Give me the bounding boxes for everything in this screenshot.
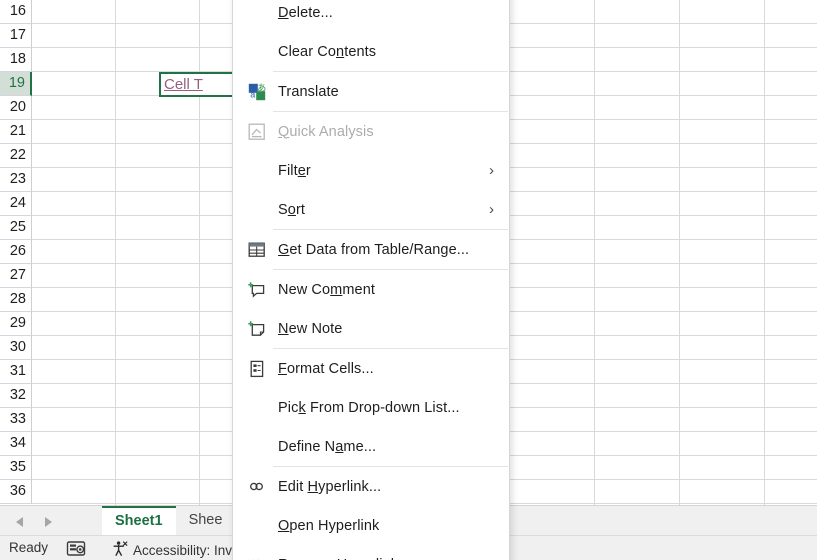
hyperlink-icon <box>244 476 270 498</box>
column-gridline <box>679 0 680 505</box>
menu-item-label: Translate <box>278 83 339 100</box>
column-gridline <box>764 0 765 505</box>
column-gridline <box>594 0 595 505</box>
row-header[interactable]: 16 <box>0 0 32 24</box>
record-macro-icon[interactable] <box>66 540 86 557</box>
menu-item-icon-placeholder <box>244 199 270 221</box>
svg-text:あ: あ <box>257 83 266 93</box>
row-header[interactable]: 34 <box>0 432 32 456</box>
accessibility-status[interactable]: Accessibility: Inve <box>111 540 240 560</box>
row-header[interactable]: 19 <box>0 72 32 96</box>
previous-sheet-icon[interactable] <box>16 517 23 527</box>
menu-item-icon-placeholder <box>244 397 270 419</box>
row-header[interactable]: 21 <box>0 120 32 144</box>
menu-item-label: New Note <box>278 320 343 337</box>
menu-item-icon-placeholder <box>244 160 270 182</box>
menu-item-clear-contents[interactable]: Clear Contents <box>233 32 509 71</box>
row-header[interactable]: 31 <box>0 360 32 384</box>
menu-item-format-cells[interactable]: Format Cells... <box>233 349 509 388</box>
row-header[interactable]: 32 <box>0 384 32 408</box>
excel-window: 16 17 18 19 20 21 22 23 24 25 26 27 28 29 30 31 32 33 34 35… <box>0 0 817 560</box>
row-header[interactable]: 27 <box>0 264 32 288</box>
chevron-right-icon: › <box>489 162 494 179</box>
row-header[interactable]: 18 <box>0 48 32 72</box>
translate-icon: aあ <box>244 81 270 103</box>
next-sheet-icon[interactable] <box>45 517 52 527</box>
menu-item-define-name[interactable]: Define Name... <box>233 427 509 466</box>
row-header[interactable]: 24 <box>0 192 32 216</box>
chevron-right-icon: › <box>489 201 494 218</box>
menu-item-label: Remove Hyperlink <box>278 557 509 560</box>
menu-item-label: Edit Hyperlink... <box>278 478 382 495</box>
menu-item-label: Delete... <box>278 4 333 21</box>
row-header[interactable]: 25 <box>0 216 32 240</box>
menu-item-label: Format Cells... <box>278 360 374 377</box>
cell-hyperlink-text[interactable]: Cell T <box>161 74 203 95</box>
accessibility-person-icon <box>111 540 128 560</box>
svg-text:a: a <box>250 89 255 99</box>
sheet-tabs[interactable]: Sheet1 Shee <box>102 506 236 536</box>
remove-hyperlink-icon <box>244 554 270 560</box>
sheet-nav-arrows[interactable] <box>16 511 96 533</box>
menu-item-icon-placeholder <box>244 436 270 458</box>
menu-item-quick-analysis: Quick Analysis <box>233 112 509 151</box>
menu-item-new-comment[interactable]: New Comment <box>233 270 509 309</box>
new-comment-icon <box>244 279 270 301</box>
row-header-column[interactable]: 16 17 18 19 20 21 22 23 24 25 26 27 28 29 30 31 32 33 34 35… <box>0 0 32 505</box>
menu-item-label: New Comment <box>278 281 375 298</box>
row-header[interactable]: 36 <box>0 480 32 504</box>
row-header[interactable]: 30 <box>0 336 32 360</box>
menu-item-get-data[interactable]: Get Data from Table/Range... <box>233 230 509 269</box>
sheet-tab-sheet1[interactable]: Sheet1 <box>102 506 176 536</box>
menu-item-label: Filter <box>278 162 311 179</box>
menu-item-label: Sort <box>278 201 306 218</box>
menu-item-translate[interactable]: a あ Translate <box>233 72 509 111</box>
row-header[interactable]: 26 <box>0 240 32 264</box>
status-mode-label: Ready <box>9 540 49 555</box>
cell-context-menu[interactable]: Delete... Clear Contents a あ Translate Quick … <box>232 0 510 560</box>
menu-item-icon-placeholder <box>244 515 270 537</box>
menu-item-edit-hyperlink[interactable]: Edit Hyperlink... <box>233 467 509 506</box>
row-header[interactable]: 23 <box>0 168 32 192</box>
menu-item-label: Define Name... <box>278 438 377 455</box>
sheet-tab-shee[interactable]: Shee <box>175 506 236 536</box>
menu-item-open-hyperlink[interactable]: Open Hyperlink <box>233 506 509 545</box>
menu-item-icon-placeholder <box>244 41 270 63</box>
row-header[interactable]: 35 <box>0 456 32 480</box>
menu-item-label: Open Hyperlink <box>278 517 380 534</box>
menu-item-label: Pick From Drop-down List... <box>278 399 460 416</box>
row-header[interactable]: 33 <box>0 408 32 432</box>
menu-item-filter[interactable]: Filter › <box>233 151 509 190</box>
row-header[interactable]: 22 <box>0 144 32 168</box>
menu-item-label: Quick Analysis <box>278 123 374 140</box>
menu-item-delete[interactable]: Delete... <box>233 0 509 32</box>
row-header[interactable]: 29 <box>0 312 32 336</box>
menu-item-sort[interactable]: Sort › <box>233 190 509 229</box>
format-cells-icon <box>244 358 270 380</box>
new-note-icon <box>244 318 270 340</box>
menu-item-remove-hyperlink[interactable]: Remove Hyperlink <box>233 545 509 560</box>
accessibility-label: Accessibility: Inve <box>133 542 240 558</box>
table-range-icon <box>244 239 270 261</box>
menu-item-icon-placeholder <box>244 2 270 24</box>
menu-item-label: Get Data from Table/Range... <box>278 241 470 258</box>
quick-analysis-icon <box>244 121 270 143</box>
column-gridline <box>115 0 116 505</box>
row-header[interactable]: 17 <box>0 24 32 48</box>
menu-item-pick-from-list[interactable]: Pick From Drop-down List... <box>233 388 509 427</box>
menu-item-label: Clear Contents <box>278 43 377 60</box>
row-header[interactable]: 28 <box>0 288 32 312</box>
row-header[interactable]: 20 <box>0 96 32 120</box>
menu-item-new-note[interactable]: New Note <box>233 309 509 348</box>
